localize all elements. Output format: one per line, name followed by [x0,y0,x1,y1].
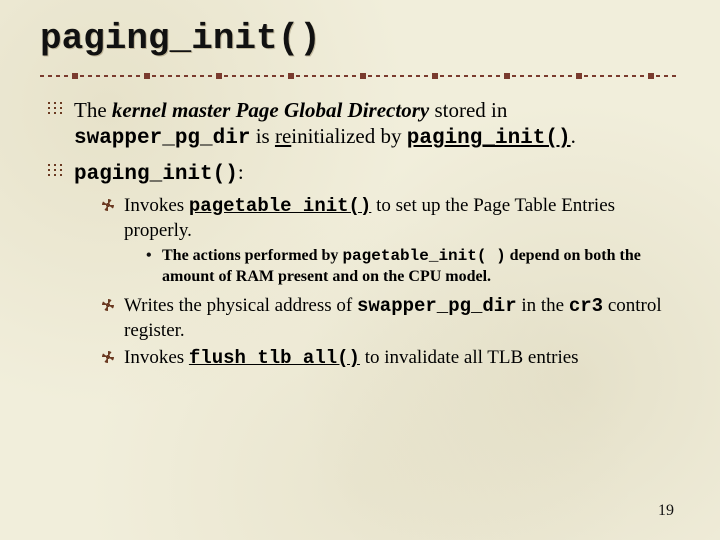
text: : [238,160,244,184]
subsub-item-1: The actions performed by pagetable_init(… [146,246,680,288]
text: . [571,124,576,148]
code-underline-text: flush_tlb_all() [189,347,360,369]
bullet-list-level3: The actions performed by pagetable_init(… [124,246,680,288]
text: The [74,98,112,122]
text: Invokes [124,195,189,216]
code-underline-text: pagetable_init() [189,195,371,217]
text: Writes the physical address of [124,295,357,316]
underline-text: re [275,124,291,148]
title-divider [40,69,680,83]
sub-item-2: Writes the physical address of swapper_p… [100,294,680,343]
code-text: swapper_pg_dir [74,127,250,150]
code-underline-text: paging_init() [407,127,571,150]
text: is [250,124,275,148]
bullet-item-1: The kernel master Page Global Directory … [44,97,680,153]
bullet-list-level1: The kernel master Page Global Directory … [40,97,680,371]
text: stored in [429,98,507,122]
code-text: paging_init() [74,163,238,186]
code-text: cr3 [569,295,603,317]
text: Invokes [124,347,189,368]
sub-item-3: Invokes flush_tlb_all() to invalidate al… [100,346,680,371]
bullet-list-level2: Invokes pagetable_init() to set up the P… [74,194,680,371]
code-text: swapper_pg_dir [357,295,517,317]
sub-item-1: Invokes pagetable_init() to set up the P… [100,194,680,288]
text: initialized by [291,124,406,148]
emph-text: kernel master Page Global Directory [112,98,429,122]
slide-title: paging_init() [40,18,680,59]
page-number: 19 [658,502,674,520]
text: to invalidate all TLB entries [360,347,579,368]
bullet-item-2: paging_init(): Invokes pagetable_init() … [44,159,680,372]
text: in the [517,295,569,316]
text: The actions performed by [162,247,342,264]
code-text: pagetable_init( ) [342,247,505,265]
slide: paging_init() The kernel master Page Glo… [0,0,720,540]
